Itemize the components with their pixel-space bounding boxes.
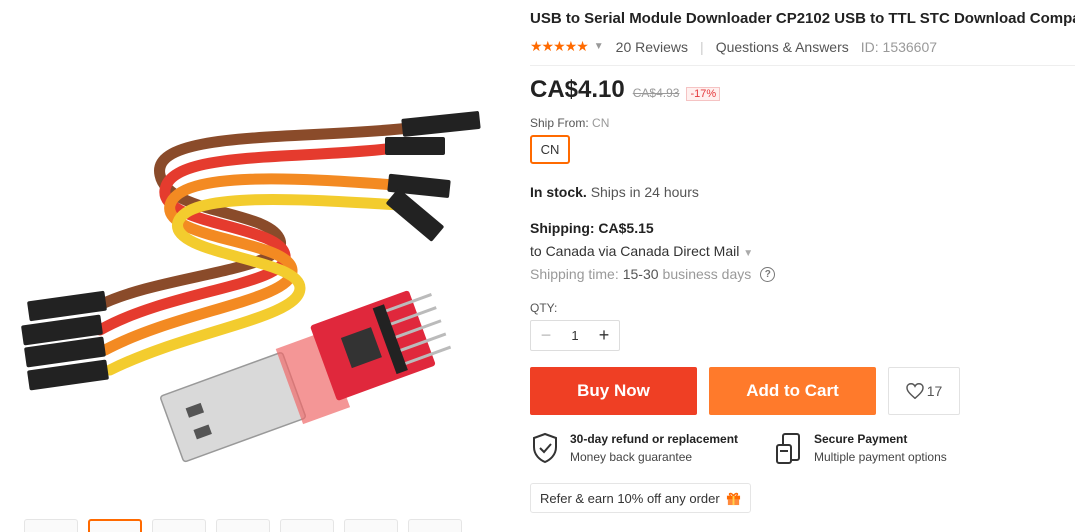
separator: |: [700, 38, 704, 55]
qa-link[interactable]: Questions & Answers: [716, 39, 849, 55]
shipping-time-unit: business days: [662, 266, 752, 282]
payment-assurance: Secure Payment Multiple payment options: [774, 431, 947, 467]
add-to-cart-button[interactable]: Add to Cart: [709, 367, 876, 415]
buy-now-button[interactable]: Buy Now: [530, 367, 697, 415]
shipping-destination[interactable]: to Canada via Canada Direct Mail ▼: [530, 243, 753, 259]
quantity-stepper: − 1 +: [530, 320, 620, 351]
qty-label: QTY:: [530, 301, 558, 315]
thumbnail[interactable]: [408, 519, 462, 532]
stock-label: In stock.: [530, 184, 587, 200]
heart-icon: [905, 383, 924, 399]
stock-note: Ships in 24 hours: [590, 184, 699, 200]
shipping-destination-text[interactable]: to Canada via Canada Direct Mail: [530, 243, 739, 259]
thumbnail[interactable]: [280, 519, 334, 532]
referral-text[interactable]: Refer & earn 10% off any order: [540, 491, 720, 506]
reviews-link[interactable]: 20 Reviews: [616, 39, 688, 55]
divider: [530, 65, 1075, 66]
thumbnail[interactable]: [344, 519, 398, 532]
wishlist-button[interactable]: 17: [888, 367, 960, 415]
stock-status: In stock. Ships in 24 hours: [530, 184, 699, 200]
ship-from-option-cn[interactable]: CN: [530, 135, 570, 164]
chevron-down-icon[interactable]: ▼: [594, 41, 604, 52]
shipping-time-label: Shipping time:: [530, 266, 619, 282]
product-id: ID: 1536607: [860, 38, 938, 55]
help-icon[interactable]: ?: [760, 266, 776, 282]
product-info: USB to Serial Module Downloader CP2102 U…: [530, 0, 1075, 532]
shield-check-icon: [533, 432, 557, 464]
product-meta: ★★★★★ ▼ 20 Reviews | Questions & Answers…: [530, 38, 937, 55]
price-row: CA$4.10 CA$4.93 -17%: [530, 76, 721, 104]
ship-from-text: Ship From:: [530, 116, 589, 130]
qty-decrease-button[interactable]: −: [531, 325, 561, 346]
current-price: CA$4.10: [530, 76, 625, 103]
payment-subtitle: Multiple payment options: [814, 450, 947, 464]
original-price: CA$4.93: [632, 86, 680, 100]
rating-stars-icon[interactable]: ★★★★★: [530, 38, 589, 55]
shipping-time: Shipping time: 15-30 business days ?: [530, 266, 776, 282]
shipping-cost: Shipping: CA$5.15: [530, 220, 654, 236]
thumbnail[interactable]: [24, 519, 78, 532]
product-gallery: [0, 0, 510, 532]
ship-from-label: Ship From: CN: [530, 116, 609, 130]
chevron-down-icon[interactable]: ▼: [743, 248, 753, 259]
thumbnail-active[interactable]: [88, 519, 142, 532]
qty-input[interactable]: 1: [571, 328, 578, 343]
product-image[interactable]: [0, 0, 510, 515]
product-title: USB to Serial Module Downloader CP2102 U…: [530, 10, 1075, 27]
payment-card-icon: [776, 433, 800, 464]
refund-subtitle: Money back guarantee: [570, 450, 693, 464]
referral-banner[interactable]: Refer & earn 10% off any order: [530, 483, 751, 513]
refund-assurance: 30-day refund or replacement Money back …: [530, 431, 738, 467]
ship-from-value: CN: [592, 116, 610, 130]
thumbnail-strip: [24, 519, 462, 532]
thumbnail[interactable]: [152, 519, 206, 532]
thumbnail[interactable]: [216, 519, 270, 532]
discount-badge: -17%: [686, 87, 721, 101]
gift-icon: [726, 492, 740, 505]
refund-title: 30-day refund or replacement: [570, 432, 739, 446]
payment-title: Secure Payment: [814, 432, 908, 446]
qty-increase-button[interactable]: +: [589, 325, 619, 346]
wishlist-count: 17: [926, 383, 943, 399]
shipping-time-value: 15-30: [622, 266, 659, 282]
